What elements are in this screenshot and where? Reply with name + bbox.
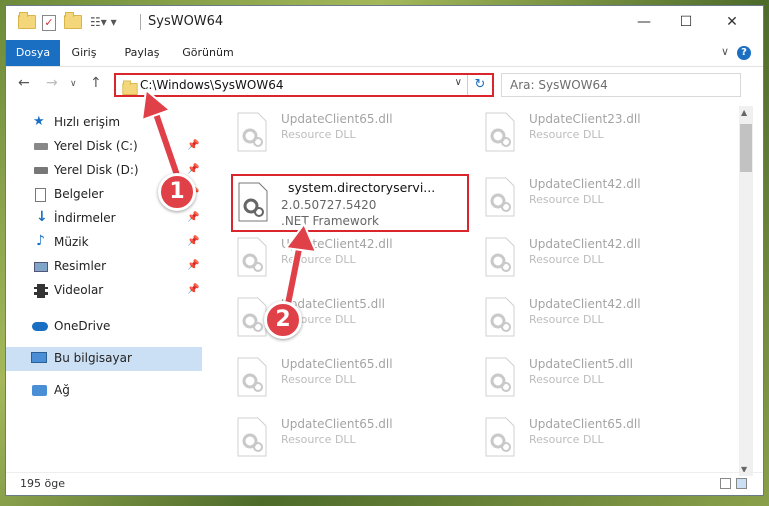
explorer-window: ✓ ☷▾ ▾ SysWOW64 — ☐ ✕ Dosya Giriş Paylaş… [5,5,764,496]
file-item[interactable]: UpdateClient42.dll Resource DLL [474,291,704,347]
navigation-bar: ← → ∨ ↑ C:\Windows\SysWOW64 ∨ ↻ Ara: Sys… [6,69,763,99]
sidebar-item-network[interactable]: Ağ [6,379,202,403]
sidebar-item-onedrive[interactable]: OneDrive [6,315,202,339]
quick-access-customize-icon[interactable]: ☷▾ ▾ [90,15,117,29]
maximize-button[interactable]: ☐ [676,12,696,32]
status-bar: 195 öge [6,472,763,495]
title-divider [140,14,141,30]
back-arrow-icon[interactable]: ← [18,75,30,91]
scroll-thumb[interactable] [740,124,752,172]
pictures-icon [34,262,48,272]
close-button[interactable]: ✕ [722,12,742,32]
file-item[interactable]: UpdateClient65.dll Resource DLL [226,411,456,467]
tab-giris[interactable]: Giriş [64,40,104,66]
star-icon: ★ [33,114,45,129]
dll-file-icon [485,177,515,217]
file-name: system.directoryservi... [288,180,436,195]
pin-icon[interactable]: 📌 [187,260,199,271]
recent-locations-icon[interactable]: ∨ [70,79,77,89]
ribbon-expand-icon[interactable]: ∨ [721,45,729,58]
search-placeholder: Ara: SysWOW64 [510,78,608,92]
file-item[interactable]: UpdateClient42.dll Resource DLL [474,171,704,227]
file-item[interactable]: UpdateClient5.dll Resource DLL [474,351,704,407]
help-icon[interactable]: ? [737,46,751,60]
dll-file-icon [485,237,515,277]
item-count: 195 öge [20,477,65,490]
scroll-up-icon[interactable]: ▲ [741,108,747,117]
video-icon [34,284,48,298]
dll-file-icon [237,237,267,277]
dll-file-icon [237,417,267,457]
file-item[interactable]: UpdateClient5.dll Resource DLL [226,291,456,347]
tab-gorunum[interactable]: Görünüm [176,40,240,66]
folder-icon [18,12,36,29]
tab-dosya[interactable]: Dosya [6,40,60,66]
file-item[interactable]: UpdateClient65.dll Resource DLL [226,106,456,162]
up-arrow-icon[interactable]: ↑ [90,75,102,91]
step1-badge: 1 [158,173,196,211]
cloud-icon [32,322,48,331]
download-icon: ↓ [36,209,48,225]
sidebar-item-videos[interactable]: Videolar 📌 [6,279,202,303]
sidebar-item-pictures[interactable]: Resimler 📌 [6,255,202,279]
new-folder-icon[interactable] [64,12,82,29]
file-item[interactable]: UpdateClient65.dll Resource DLL [474,411,704,467]
sidebar-item-this-pc[interactable]: Bu bilgisayar [6,347,202,371]
pin-icon[interactable]: 📌 [187,212,199,223]
drive-icon [34,167,48,174]
vertical-scrollbar[interactable]: ▲ ▼ [739,106,753,476]
tab-paylas[interactable]: Paylaş [118,40,166,66]
sidebar-item-music[interactable]: ♪ Müzik 📌 [6,231,202,255]
file-item[interactable]: UpdateClient42.dll Resource DLL [474,231,704,287]
ribbon-tabs: Dosya Giriş Paylaş Görünüm ∨ ? [6,40,763,67]
documents-icon [35,188,46,202]
dll-file-icon [485,297,515,337]
pin-icon[interactable]: 📌 [187,284,199,295]
drive-icon [34,143,48,150]
search-input[interactable]: Ara: SysWOW64 [501,73,741,97]
dll-file-icon [237,357,267,397]
music-icon: ♪ [36,233,45,249]
window-title: SysWOW64 [148,14,224,29]
address-dropdown-icon[interactable]: ∨ [455,77,462,88]
highlighted-file-item[interactable]: system.directoryservi... 2.0.50727.5420 … [231,174,469,232]
file-item[interactable]: UpdateClient65.dll Resource DLL [226,351,456,407]
minimize-button[interactable]: — [634,12,654,32]
forward-arrow-icon[interactable]: → [46,75,58,91]
dll-file-icon [485,112,515,152]
refresh-icon[interactable]: ↻ [467,75,492,95]
network-icon [32,385,47,396]
file-item[interactable]: UpdateClient23.dll Resource DLL [474,106,704,162]
dll-file-icon [237,112,267,152]
large-icons-view-icon[interactable] [736,478,747,489]
pin-icon[interactable]: 📌 [187,236,199,247]
dll-file-icon [485,357,515,397]
title-bar: ✓ ☷▾ ▾ SysWOW64 — ☐ ✕ [6,6,763,40]
computer-icon [31,352,47,363]
address-folder-icon [122,80,138,95]
dll-file-icon [485,417,515,457]
step2-badge: 2 [264,301,302,339]
file-version: 2.0.50727.5420 [281,198,377,212]
properties-icon[interactable]: ✓ [42,15,56,31]
file-item[interactable]: UpdateClient42.dll Resource DLL [226,231,456,287]
dll-file-icon [238,182,268,222]
details-view-icon[interactable] [720,478,731,489]
